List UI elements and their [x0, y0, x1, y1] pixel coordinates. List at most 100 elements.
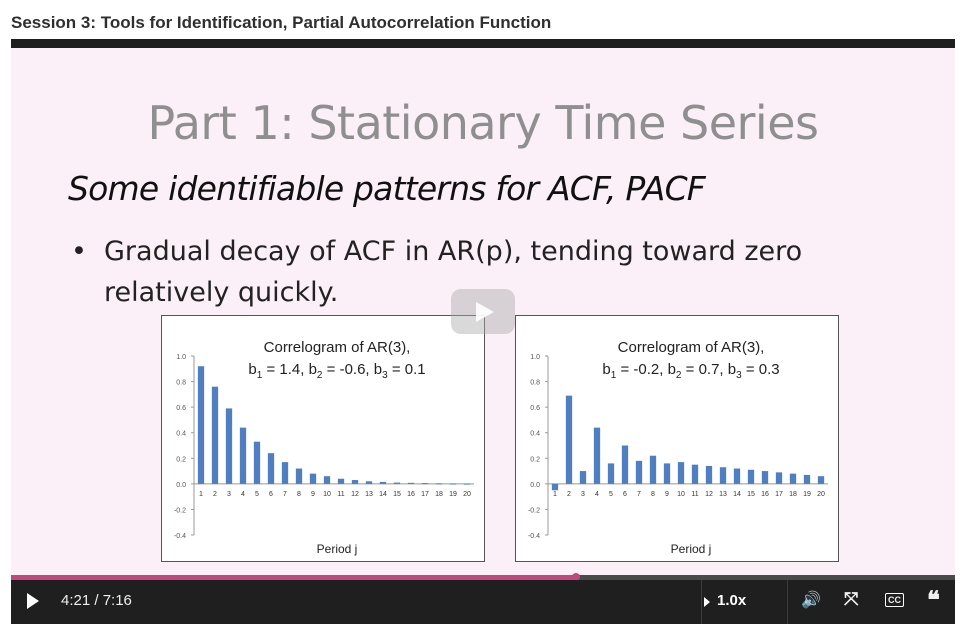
chart-2-bar: [593, 427, 601, 484]
chart-2-y-tick-label: 0.6: [530, 405, 540, 412]
chart-2-x-tick-label: 13: [719, 491, 727, 498]
chart-1-x-tick-label: 18: [435, 491, 443, 498]
chart-1-y-tick-label: 0.0: [176, 482, 186, 489]
chart-2-bar: [705, 465, 713, 484]
chart-1-x-tick-label: 4: [241, 491, 245, 498]
center-play-button[interactable]: [451, 289, 515, 334]
chart-2-subtitle-value: = 0.7,: [681, 361, 728, 378]
chart-2-bar: [649, 455, 657, 484]
chart-1-bar: [421, 483, 429, 485]
chart-2-y-tick-label: -0.2: [528, 507, 540, 514]
chart-2-y-tick-label: -0.4: [528, 533, 540, 540]
chart-1-bar: [281, 462, 289, 484]
chart-1-bar: [309, 473, 317, 484]
chart-1-x-tick-label: 16: [407, 491, 415, 498]
chart-2-bar: [789, 473, 797, 484]
chart-1-y-tick-label: 1.0: [176, 354, 186, 361]
chart-2-bar: [621, 445, 629, 484]
chart-2-bar: [663, 463, 671, 484]
chart-2-x-tick-label: 4: [595, 491, 599, 498]
chart-2-subtitle-value: = -0.2,: [616, 361, 668, 378]
fullscreen-icon[interactable]: ⤧: [844, 589, 858, 610]
chart-2-x-tick-label: 9: [665, 491, 669, 498]
chart-2-y-tick-label: 0.4: [530, 431, 540, 438]
chart-1-x-tick-label: 8: [297, 491, 301, 498]
chart-2-subtitle-var: b: [667, 361, 676, 378]
correlogram-chart-1: 1.0 0.8 0.6 0.4 0.2 0.0 -0.2 -0.4 1 2 3 4 5 6 7 8 9 10 11 1…: [161, 315, 485, 562]
chart-1-bar: [463, 483, 471, 485]
chart-1-subtitle-var: b: [248, 361, 257, 378]
video-player[interactable]: Part 1: Stationary Time Series Some iden…: [11, 39, 955, 624]
video-frame[interactable]: Part 1: Stationary Time Series Some iden…: [11, 48, 955, 575]
chart-1-x-tick-label: 5: [255, 491, 259, 498]
speed-icon[interactable]: [704, 597, 710, 607]
chart-1-bar: [253, 441, 261, 484]
chart-1-y-tick-label: 0.4: [176, 431, 186, 438]
chart-2-x-tick-label: 8: [651, 491, 655, 498]
chart-1-bar: [197, 366, 205, 484]
chart-2-bar: [607, 463, 615, 484]
chart-1-x-tick-label: 12: [351, 491, 359, 498]
chart-1-xlabel: Period j: [316, 542, 358, 556]
chart-2-bar: [775, 472, 783, 484]
chart-1-bar: [435, 483, 443, 485]
chart-1-bar: [211, 386, 219, 484]
chart-1-x-tick-label: 10: [323, 491, 331, 498]
chart-1-x-tick-label: 20: [463, 491, 471, 498]
chart-1-y-tick-label: -0.2: [174, 507, 186, 514]
chart-1-bar: [379, 481, 387, 484]
volume-icon[interactable]: 🔊: [801, 590, 821, 610]
chart-2-subtitle-value: = 0.3: [741, 361, 780, 378]
chart-1-bar: [267, 453, 275, 484]
chart-1-x-tick-label: 15: [393, 491, 401, 498]
chart-1-subtitle-var: b: [373, 361, 383, 378]
bullet-marker: •: [71, 236, 87, 267]
divider: [701, 580, 702, 624]
chart-1-bar: [323, 476, 331, 484]
chart-1-x-tick-label: 1: [199, 491, 203, 498]
chart-1-subtitle: b1 = 1.4, b2 = -0.6, b3 = 0.1: [202, 361, 472, 381]
chart-1-y-tick-label: 0.2: [176, 456, 186, 463]
chart-2-x-tick-label: 3: [581, 491, 585, 498]
chart-1-x-tick-label: 6: [269, 491, 273, 498]
chart-1-bar: [239, 427, 247, 484]
playback-speed-button[interactable]: 1.0x: [717, 592, 746, 609]
chart-2-x-tick-label: 2: [567, 491, 571, 498]
chart-2-x-tick-label: 10: [677, 491, 685, 498]
chart-1-y-tick-label: 0.8: [176, 380, 186, 387]
chart-2-x-tick-label: 17: [775, 491, 783, 498]
transcript-icon[interactable]: ❝: [927, 585, 940, 614]
chart-1-x-tick-label: 9: [311, 491, 315, 498]
play-icon[interactable]: [27, 593, 39, 609]
divider: [787, 580, 788, 624]
chart-2-x-tick-label: 19: [803, 491, 811, 498]
chart-1-x-tick-label: 13: [365, 491, 373, 498]
chart-2-bar: [565, 395, 573, 484]
chart-1-subtitle-var: b: [308, 361, 317, 378]
slide-subheading: Some identifiable patterns for ACF, PACF: [68, 169, 706, 208]
chart-2-x-tick-label: 15: [747, 491, 755, 498]
chart-1-bar: [365, 481, 373, 484]
chart-1-x-tick-label: 11: [337, 491, 344, 498]
chart-2-y-tick-label: 1.0: [530, 354, 540, 361]
chart-2-bar: [635, 460, 643, 484]
chart-2-x-tick-label: 6: [623, 491, 627, 498]
chart-1-x-tick-label: 3: [227, 491, 231, 498]
chart-2-y-tick-label: 0.2: [530, 456, 540, 463]
chart-2-x-tick-label: 14: [733, 491, 741, 498]
chart-2-x-tick-label: 7: [637, 491, 641, 498]
chart-2-bar: [733, 468, 741, 484]
chart-1-bar: [449, 483, 457, 485]
chart-1-subtitle-value: = -0.6,: [322, 361, 374, 378]
chart-1-subtitle-value: = 0.1: [387, 361, 426, 378]
chart-2-bar: [817, 476, 825, 484]
control-bar: 4:21 / 7:16 1.0x 🔊 ⤧ CC ❝: [11, 580, 955, 624]
chart-1-x-tick-label: 19: [449, 491, 457, 498]
chart-1-x-tick-label: 2: [213, 491, 217, 498]
chart-2-x-tick-label: 5: [609, 491, 613, 498]
captions-icon[interactable]: CC: [885, 593, 904, 607]
chart-2-x-tick-label: 12: [705, 491, 713, 498]
chart-2-subtitle-var: b: [727, 361, 737, 378]
chart-2-x-tick-label: 20: [817, 491, 825, 498]
chart-2-title: Correlogram of AR(3),: [617, 339, 765, 356]
